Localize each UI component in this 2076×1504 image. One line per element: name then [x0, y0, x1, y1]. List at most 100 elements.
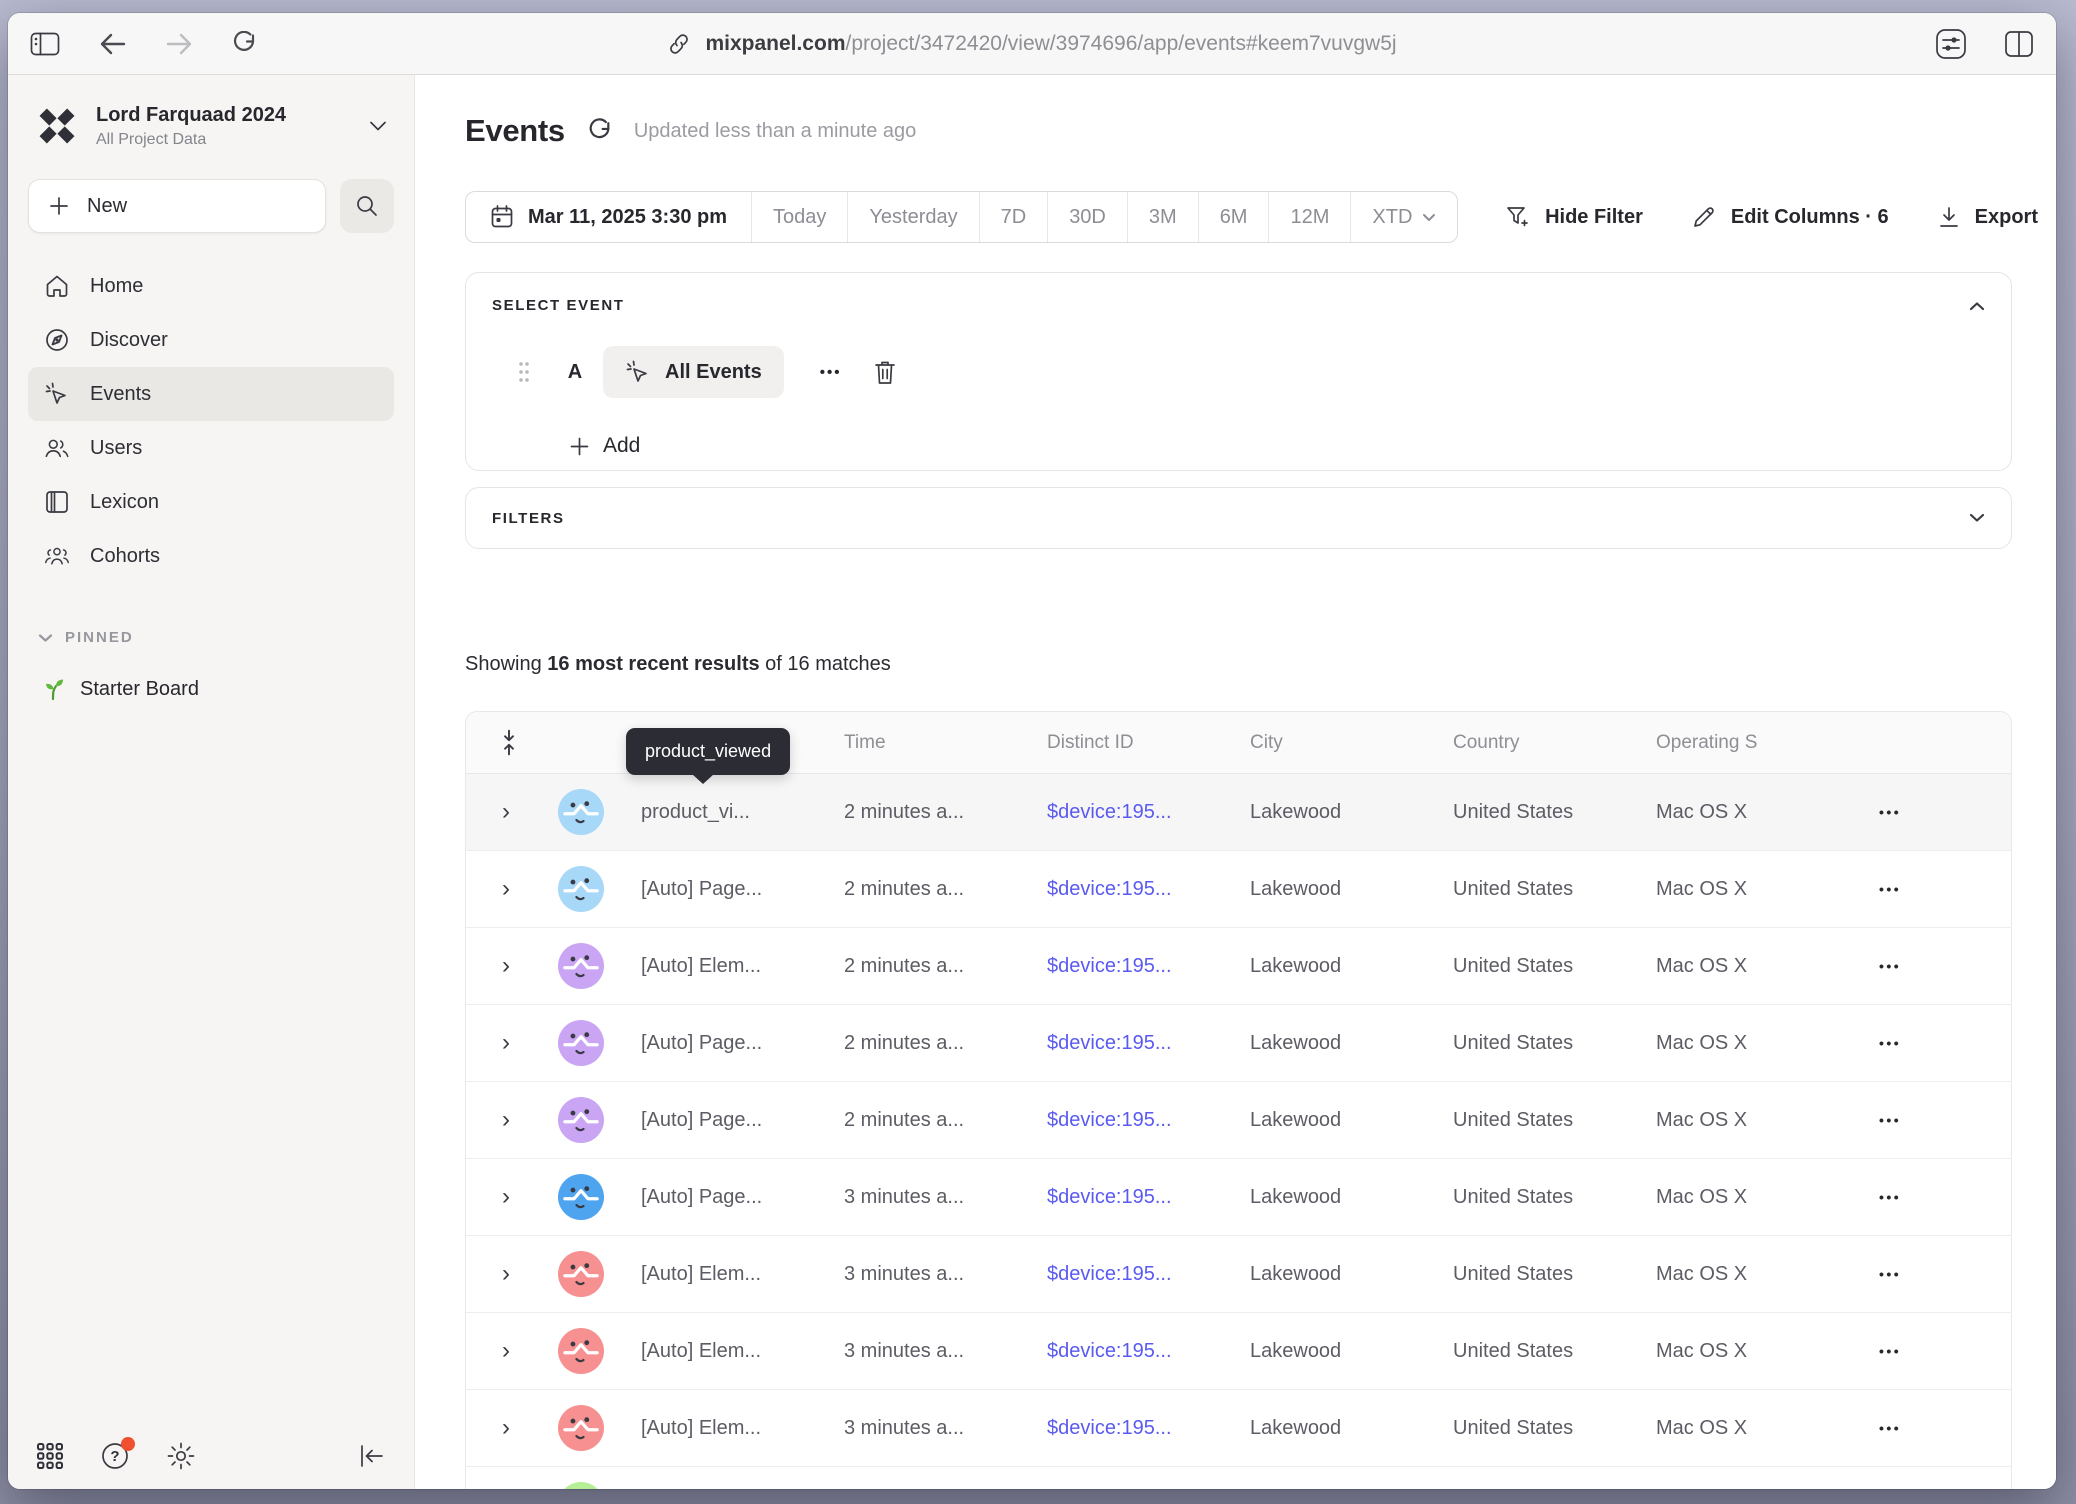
sidebar-item-starter-board[interactable]: Starter Board: [28, 676, 394, 702]
sidebar-item-events[interactable]: Events: [28, 367, 394, 421]
range-today[interactable]: Today: [751, 192, 847, 242]
filters-panel[interactable]: FILTERS: [465, 487, 2012, 549]
distinct-id-link[interactable]: $device:195...: [1032, 1109, 1235, 1132]
table-row[interactable]: › [Auto] Elem... 3 minutes a... $device:…: [466, 1236, 2011, 1313]
row-expand-chevron[interactable]: ›: [466, 1108, 556, 1132]
event-time: 3 minutes a...: [829, 1186, 1032, 1209]
event-country: United States: [1438, 1032, 1641, 1055]
distinct-id-link[interactable]: $device:195...: [1032, 955, 1235, 978]
event-city: Lakewood: [1235, 1109, 1438, 1132]
drag-handle-icon[interactable]: [517, 360, 531, 384]
row-actions-menu[interactable]: •••: [1844, 1112, 2011, 1128]
collapse-panel-chevron[interactable]: [1969, 301, 1985, 311]
distinct-id-link[interactable]: $device:195...: [1032, 878, 1235, 901]
refresh-icon[interactable]: [587, 118, 612, 145]
table-row[interactable]: › [Auto] Elem... 4 minutes a... $device:…: [466, 1467, 2011, 1489]
split-view-icon[interactable]: [2004, 30, 2034, 58]
address-bar[interactable]: mixpanel.com/project/3472420/view/397469…: [360, 32, 1704, 56]
event-city: Lakewood: [1235, 1186, 1438, 1209]
row-expand-chevron[interactable]: ›: [466, 954, 556, 978]
edit-columns-button[interactable]: Edit Columns · 6: [1691, 204, 1889, 230]
sidebar-item-home[interactable]: Home: [28, 259, 394, 313]
event-avatar: [558, 1097, 604, 1143]
event-city: Lakewood: [1235, 1032, 1438, 1055]
row-expand-chevron[interactable]: ›: [466, 800, 556, 824]
sidebar-item-users[interactable]: Users: [28, 421, 394, 475]
add-event-button[interactable]: Add: [570, 434, 640, 458]
table-row[interactable]: › [Auto] Elem... 2 minutes a... $device:…: [466, 928, 2011, 1005]
row-actions-menu[interactable]: •••: [1844, 1035, 2011, 1051]
row-actions-menu[interactable]: •••: [1844, 1420, 2011, 1436]
table-body: › product_vi... 2 minutes a... $device:1…: [466, 774, 2011, 1489]
row-expand-chevron[interactable]: ›: [466, 1031, 556, 1055]
row-expand-chevron[interactable]: ›: [466, 1185, 556, 1209]
column-header-distinct-id[interactable]: Distinct ID: [1032, 732, 1235, 754]
distinct-id-link[interactable]: $device:195...: [1032, 1032, 1235, 1055]
reload-button[interactable]: [232, 31, 256, 57]
column-header-country[interactable]: Country: [1438, 732, 1641, 754]
row-actions-menu[interactable]: •••: [1844, 958, 2011, 974]
event-country: United States: [1438, 1109, 1641, 1132]
row-expand-chevron[interactable]: ›: [466, 1339, 556, 1363]
date-picker[interactable]: Mar 11, 2025 3:30 pm: [466, 192, 751, 242]
sidebar-item-cohorts[interactable]: Cohorts: [28, 529, 394, 583]
table-row[interactable]: › [Auto] Elem... 3 minutes a... $device:…: [466, 1390, 2011, 1467]
row-actions-menu[interactable]: •••: [1844, 1266, 2011, 1282]
distinct-id-link[interactable]: $device:195...: [1032, 1263, 1235, 1286]
table-row[interactable]: › [Auto] Page... 2 minutes a... $device:…: [466, 1005, 2011, 1082]
range-yesterday[interactable]: Yesterday: [847, 192, 978, 242]
project-switcher[interactable]: Lord Farquaad 2024 All Project Data: [28, 103, 394, 149]
sidebar-toggle-icon[interactable]: [30, 32, 60, 56]
distinct-id-link[interactable]: $device:195...: [1032, 1417, 1235, 1440]
page-settings-icon[interactable]: [1934, 27, 1968, 61]
search-button[interactable]: [340, 179, 394, 233]
range-30d[interactable]: 30D: [1047, 192, 1127, 242]
row-actions-menu[interactable]: •••: [1844, 804, 2011, 820]
row-actions-menu[interactable]: •••: [1844, 1343, 2011, 1359]
range-7d[interactable]: 7D: [979, 192, 1048, 242]
range-3m[interactable]: 3M: [1127, 192, 1198, 242]
settings-gear-icon[interactable]: [166, 1441, 196, 1471]
sidebar-item-discover[interactable]: Discover: [28, 313, 394, 367]
new-button[interactable]: New: [28, 179, 326, 233]
pinned-section-toggle[interactable]: PINNED: [28, 629, 394, 646]
sidebar-item-lexicon[interactable]: Lexicon: [28, 475, 394, 529]
range-6m[interactable]: 6M: [1198, 192, 1269, 242]
range-12m[interactable]: 12M: [1268, 192, 1350, 242]
collapse-sidebar-icon[interactable]: [358, 1443, 386, 1469]
column-header-city[interactable]: City: [1235, 732, 1438, 754]
apps-grid-icon[interactable]: [36, 1442, 64, 1470]
column-header-os[interactable]: Operating S: [1641, 732, 1844, 754]
events-cursor-icon: [625, 359, 651, 385]
distinct-id-link[interactable]: $device:195...: [1032, 1186, 1235, 1209]
column-header-time[interactable]: Time: [829, 732, 1032, 754]
table-row[interactable]: › [Auto] Elem... 3 minutes a... $device:…: [466, 1313, 2011, 1390]
event-selector-chip[interactable]: All Events: [603, 346, 784, 398]
help-button[interactable]: ?: [100, 1441, 130, 1471]
search-icon: [355, 194, 379, 218]
distinct-id-link[interactable]: $device:195...: [1032, 1340, 1235, 1363]
row-actions-menu[interactable]: •••: [1844, 1189, 2011, 1205]
date-label: Mar 11, 2025 3:30 pm: [528, 206, 727, 229]
row-expand-chevron[interactable]: ›: [466, 1262, 556, 1286]
collapse-rows-icon[interactable]: [466, 729, 556, 756]
row-actions-menu[interactable]: •••: [1844, 881, 2011, 897]
forward-button[interactable]: [166, 33, 192, 55]
select-event-title: SELECT EVENT: [492, 297, 625, 314]
export-button[interactable]: Export: [1937, 205, 2038, 229]
expand-panel-chevron[interactable]: [1969, 513, 1985, 523]
distinct-id-link[interactable]: $device:195...: [1032, 801, 1235, 824]
range-xtd[interactable]: XTD: [1350, 192, 1457, 242]
row-expand-chevron[interactable]: ›: [466, 1416, 556, 1440]
table-row[interactable]: › product_vi... 2 minutes a... $device:1…: [466, 774, 2011, 851]
hide-filter-button[interactable]: Hide Filter: [1505, 204, 1643, 230]
table-row[interactable]: › [Auto] Page... 3 minutes a... $device:…: [466, 1159, 2011, 1236]
table-row[interactable]: › [Auto] Page... 2 minutes a... $device:…: [466, 1082, 2011, 1159]
event-name: product_vi...: [626, 801, 829, 824]
event-options-menu[interactable]: •••: [820, 364, 842, 381]
delete-event-icon[interactable]: [873, 359, 897, 386]
back-button[interactable]: [100, 33, 126, 55]
row-expand-chevron[interactable]: ›: [466, 877, 556, 901]
updated-status: Updated less than a minute ago: [634, 120, 916, 143]
table-row[interactable]: › [Auto] Page... 2 minutes a... $device:…: [466, 851, 2011, 928]
